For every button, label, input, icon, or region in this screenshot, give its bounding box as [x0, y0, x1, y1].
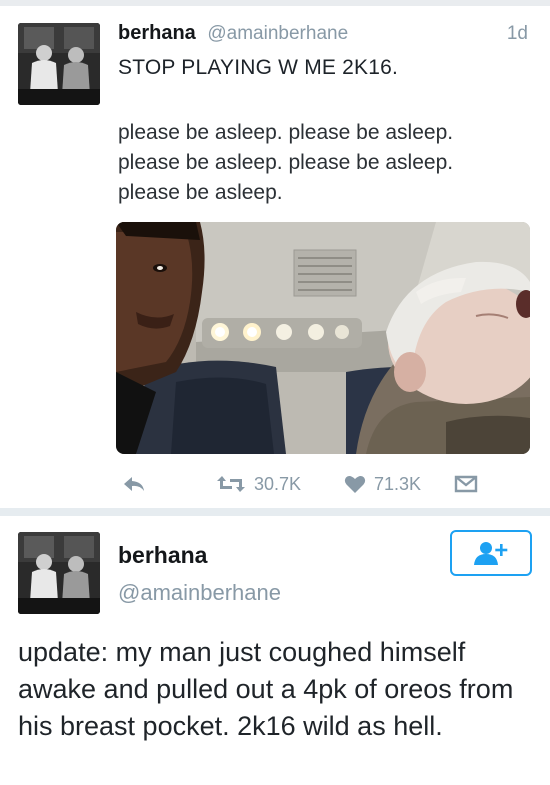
- follow-button[interactable]: [450, 530, 532, 576]
- direct-message-icon: [454, 475, 478, 493]
- tweet-actions: 30.7K 71.3K: [118, 469, 530, 499]
- heart-icon: [344, 476, 366, 493]
- retweet-button[interactable]: 30.7K: [216, 469, 301, 499]
- like-count: 71.3K: [374, 473, 422, 494]
- retweet-count: 30.7K: [254, 473, 302, 494]
- tweet-card[interactable]: berhana @amainberhane 1d STOP PLAYING W …: [0, 6, 550, 509]
- tweet-timestamp[interactable]: 1d: [507, 23, 528, 45]
- avatar[interactable]: [18, 23, 100, 105]
- tweet-text-body: update: my man just coughed himself awak…: [18, 637, 514, 741]
- author-handle[interactable]: @amainberhane: [207, 23, 348, 44]
- author-name[interactable]: berhana: [118, 22, 196, 44]
- tweet-photo[interactable]: [116, 222, 530, 454]
- tweet-text-body: please be asleep. please be asleep. plea…: [118, 121, 454, 204]
- tweet-detail-card[interactable]: berhana @amainberhane update: my man jus…: [0, 516, 550, 785]
- author-name[interactable]: berhana: [118, 542, 207, 569]
- avatar-photo: [18, 23, 100, 105]
- follow-user-plus-icon: [474, 542, 508, 565]
- tweet-divider: [0, 508, 550, 516]
- avatar[interactable]: [18, 532, 100, 614]
- reply-icon: [124, 477, 144, 491]
- retweet-icon: [217, 476, 245, 492]
- reply-button[interactable]: [122, 469, 146, 499]
- avatar-photo: [18, 532, 100, 614]
- author-handle[interactable]: @amainberhane: [118, 580, 281, 606]
- tweet-header: berhana @amainberhane: [118, 22, 348, 45]
- tweet-text-headline: STOP PLAYING W ME 2K16.: [118, 56, 399, 79]
- like-button[interactable]: 71.3K: [344, 469, 421, 499]
- direct-message-button[interactable]: [454, 469, 478, 499]
- airplane-selfie-image: [116, 222, 530, 454]
